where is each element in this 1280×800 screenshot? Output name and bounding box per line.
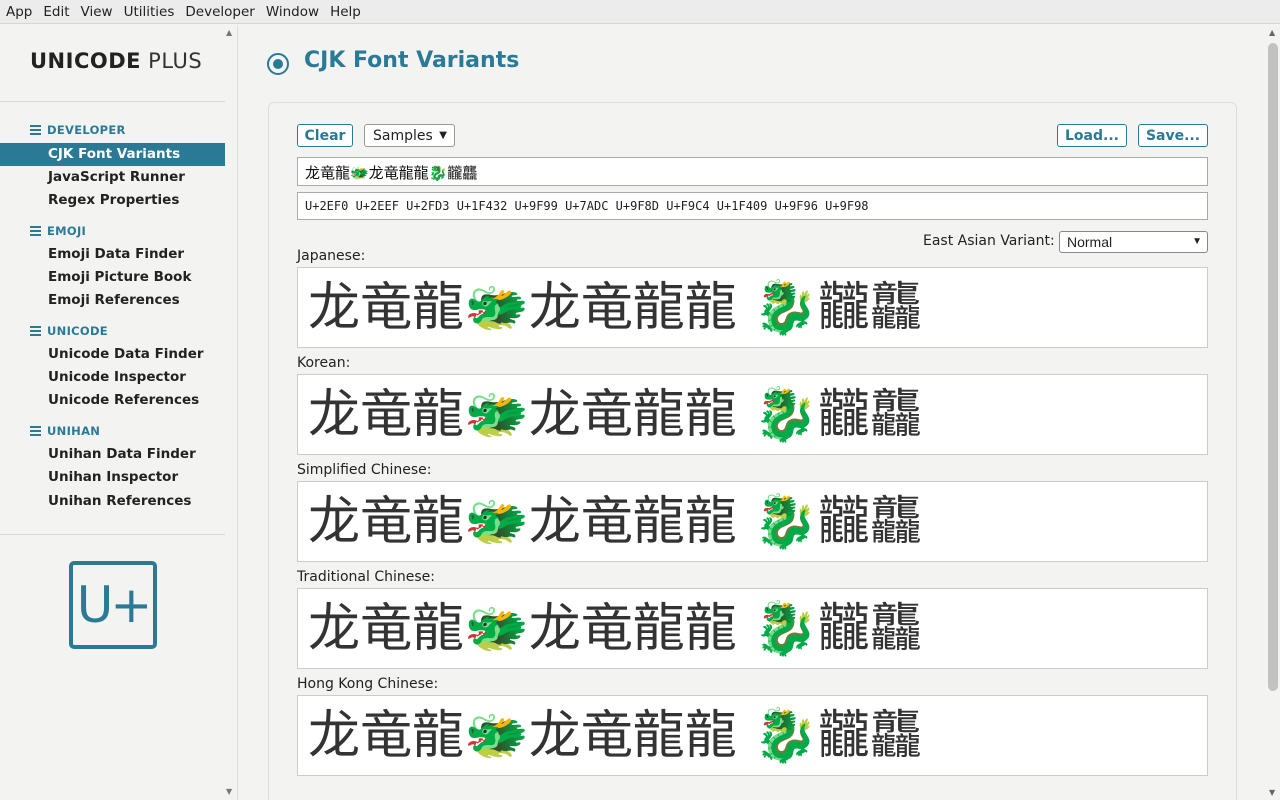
caret-down-icon: ▼: [439, 130, 447, 141]
logo-text: U+: [76, 576, 153, 634]
sidebar-divider: [0, 534, 225, 535]
menu-window[interactable]: Window: [266, 4, 319, 20]
menu-help[interactable]: Help: [330, 4, 361, 20]
samples-dropdown[interactable]: Samples ▼: [364, 124, 455, 147]
sample-glyphs: 龙竜龍🐲龙竜龍龍 🐉龖龘: [308, 385, 923, 445]
menu-bar: App Edit View Utilities Developer Window…: [0, 0, 1280, 24]
sample-box-traditional-chinese: 龙竜龍🐲龙竜龍龍 🐉龖龘: [297, 588, 1208, 669]
menu-view[interactable]: View: [81, 4, 113, 20]
brand-strong: UNICODE: [30, 49, 141, 73]
sample-label-korean: Korean:: [297, 355, 351, 371]
sidebar-item-unicode-references[interactable]: Unicode References: [0, 389, 225, 412]
sample-label-hong-kong-chinese: Hong Kong Chinese:: [297, 676, 439, 692]
scroll-up-icon[interactable]: ▲: [226, 28, 232, 37]
sidebar-item-unicode-inspector[interactable]: Unicode Inspector: [0, 366, 225, 389]
sample-label-simplified-chinese: Simplified Chinese:: [297, 462, 432, 478]
sidebar-item-cjk-font-variants[interactable]: CJK Font Variants: [0, 143, 225, 166]
section-title: EMOJI: [47, 224, 87, 238]
app-logo: U+: [69, 561, 157, 649]
scroll-up-icon[interactable]: ▲: [1269, 28, 1275, 37]
samples-label: Samples: [373, 127, 433, 144]
sidebar-scrollbar[interactable]: ▲ ▼: [224, 25, 237, 800]
sample-glyphs: 龙竜龍🐲龙竜龍龍 🐉龖龘: [308, 278, 923, 338]
sample-box-simplified-chinese: 龙竜龍🐲龙竜龍龍 🐉龖龘: [297, 481, 1208, 562]
menu-icon: [30, 125, 41, 135]
clear-button[interactable]: Clear: [297, 124, 353, 147]
menu-app[interactable]: App: [6, 4, 32, 20]
menu-icon: [30, 226, 41, 236]
sidebar-item-emoji-references[interactable]: Emoji References: [0, 289, 225, 312]
load-button[interactable]: Load...: [1057, 124, 1127, 147]
menu-utilities[interactable]: Utilities: [124, 4, 175, 20]
brand-light: PLUS: [148, 49, 203, 73]
app-brand: UNICODE PLUS: [30, 49, 202, 73]
sidebar-item-unihan-references[interactable]: Unihan References: [0, 490, 225, 513]
caret-down-icon: ▼: [1192, 236, 1202, 247]
sample-box-hong-kong-chinese: 龙竜龍🐲龙竜龍龍 🐉龖龘: [297, 695, 1208, 776]
section-title: UNICODE: [47, 324, 108, 338]
sidebar-item-emoji-data-finder[interactable]: Emoji Data Finder: [0, 243, 225, 266]
sample-box-korean: 龙竜龍🐲龙竜龍龍 🐉龖龘: [297, 374, 1208, 455]
sample-label-japanese: Japanese:: [297, 248, 366, 264]
scrollbar-thumb[interactable]: [1268, 43, 1278, 691]
radio-icon: [267, 53, 289, 75]
variant-value: Normal: [1067, 234, 1113, 250]
section-unicode[interactable]: UNICODE: [30, 323, 108, 339]
sidebar-item-unihan-inspector[interactable]: Unihan Inspector: [0, 466, 225, 489]
sample-label-traditional-chinese: Traditional Chinese:: [297, 569, 435, 585]
main-scrollbar[interactable]: ▲ ▼: [1266, 25, 1280, 800]
menu-icon: [30, 326, 41, 336]
save-button[interactable]: Save...: [1138, 124, 1208, 147]
section-developer[interactable]: DEVELOPER: [30, 122, 126, 138]
section-title: DEVELOPER: [47, 123, 126, 137]
sidebar: UNICODE PLUS DEVELOPER CJK Font Variants…: [0, 25, 238, 800]
sidebar-item-javascript-runner[interactable]: JavaScript Runner: [0, 166, 225, 189]
section-emoji[interactable]: EMOJI: [30, 223, 86, 239]
east-asian-variant-select[interactable]: Normal ▼: [1059, 231, 1208, 253]
characters-input[interactable]: 龙竜龍🐲龙竜龍龍🐉龖龘: [297, 157, 1208, 186]
sample-glyphs: 龙竜龍🐲龙竜龍龍 🐉龖龘: [308, 492, 923, 552]
codepoints-input[interactable]: U+2EF0 U+2EEF U+2FD3 U+1F432 U+9F99 U+7A…: [297, 192, 1208, 220]
scroll-down-icon[interactable]: ▼: [1269, 788, 1275, 797]
sample-glyphs: 龙竜龍🐲龙竜龍龍 🐉龖龘: [308, 706, 923, 766]
menu-developer[interactable]: Developer: [185, 4, 254, 20]
sample-box-japanese: 龙竜龍🐲龙竜龍龍 🐉龖龘: [297, 267, 1208, 348]
section-unihan[interactable]: UNIHAN: [30, 423, 100, 439]
sidebar-item-unihan-data-finder[interactable]: Unihan Data Finder: [0, 443, 225, 466]
sidebar-divider: [0, 101, 225, 102]
section-title: UNIHAN: [47, 424, 101, 438]
menu-icon: [30, 426, 41, 436]
page-title: CJK Font Variants: [304, 48, 520, 73]
sidebar-item-emoji-picture-book[interactable]: Emoji Picture Book: [0, 266, 225, 289]
sidebar-item-unicode-data-finder[interactable]: Unicode Data Finder: [0, 343, 225, 366]
sidebar-item-regex-properties[interactable]: Regex Properties: [0, 189, 225, 212]
variant-label: East Asian Variant:: [923, 233, 1055, 249]
scroll-down-icon[interactable]: ▼: [226, 787, 232, 796]
menu-edit[interactable]: Edit: [43, 4, 69, 20]
sample-glyphs: 龙竜龍🐲龙竜龍龍 🐉龖龘: [308, 599, 923, 659]
